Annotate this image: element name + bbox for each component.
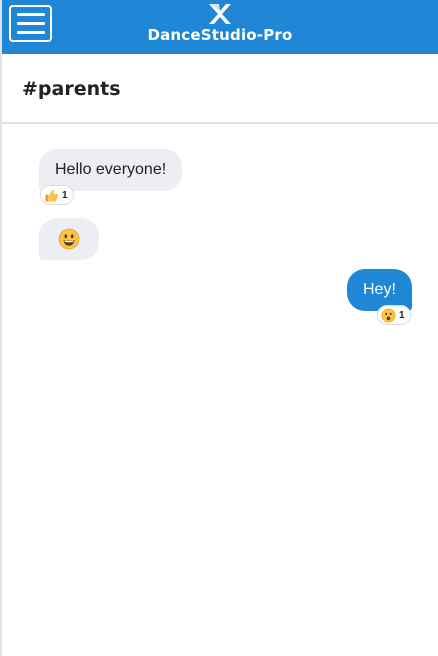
brand: DanceStudio-Pro <box>2 0 438 54</box>
grinning-face-icon <box>58 228 80 250</box>
message-bubble[interactable] <box>39 218 99 260</box>
reaction-chip[interactable]: 1 <box>40 185 74 205</box>
top-bar: DanceStudio-Pro <box>2 0 438 54</box>
message-incoming <box>39 218 99 260</box>
hushed-face-icon <box>381 307 396 323</box>
channel-header: #parents <box>2 54 438 124</box>
app-window: DanceStudio-Pro #parents Hello everyone!… <box>0 0 438 656</box>
thumbs-up-icon <box>45 189 58 202</box>
reaction-count: 1 <box>62 189 68 201</box>
brand-name: DanceStudio-Pro <box>147 26 293 44</box>
channel-title: #parents <box>22 78 121 100</box>
dancestudio-logo-icon <box>209 4 231 24</box>
reaction-count: 1 <box>399 309 405 321</box>
reaction-chip[interactable]: 1 <box>377 305 411 325</box>
